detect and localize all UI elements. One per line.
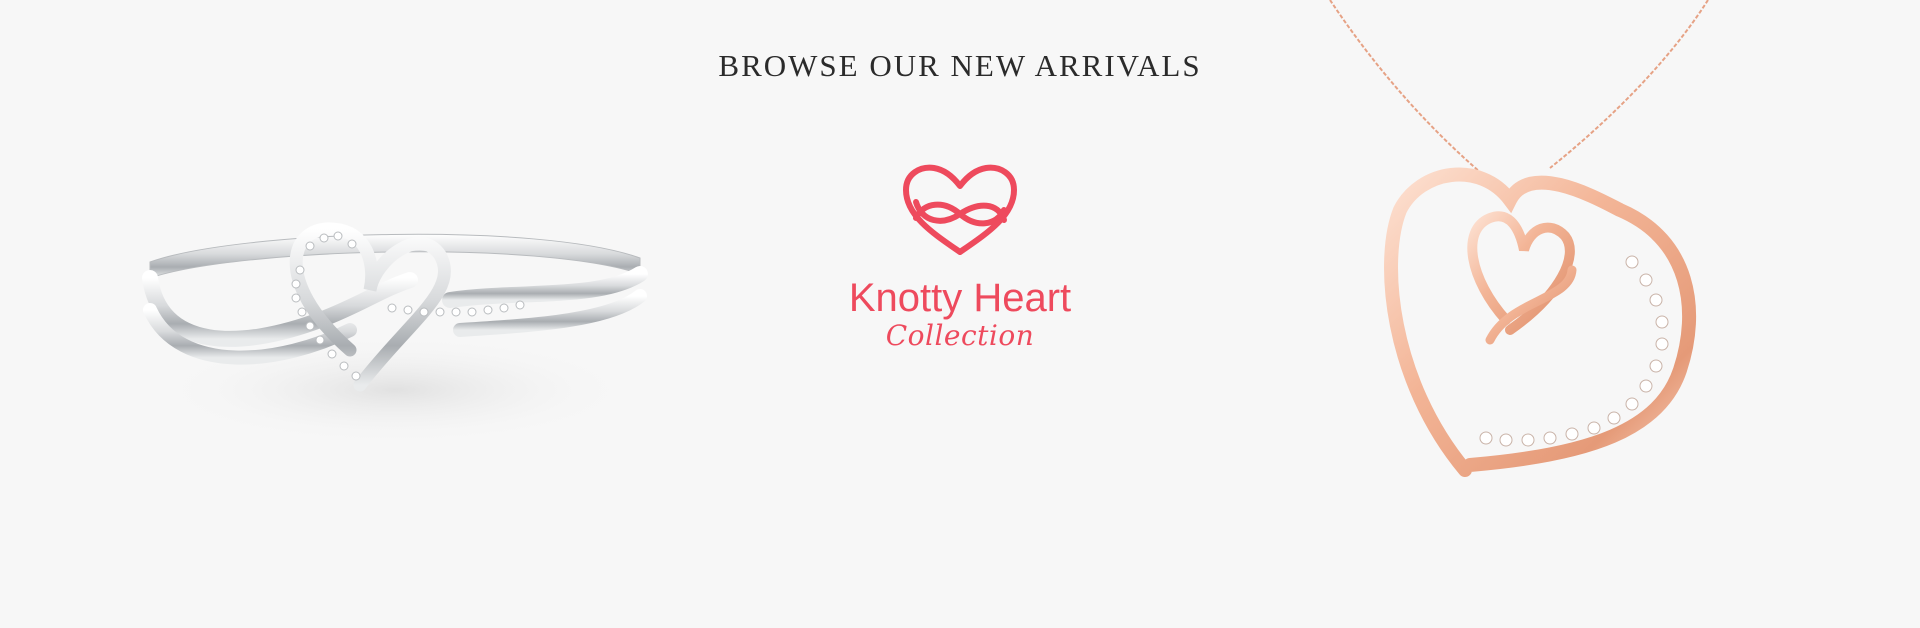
- new-arrivals-banner[interactable]: BROWSE OUR NEW ARRIVALS Knotty Heart Col…: [0, 0, 1920, 623]
- heart-ring-icon: [142, 222, 648, 445]
- infinity-heart-icon: [903, 164, 1017, 255]
- heart-ring-image[interactable]: [120, 200, 680, 460]
- knotty-heart-logo[interactable]: Knotty Heart Collection: [840, 160, 1080, 370]
- heart-pendant-image[interactable]: [1310, 0, 1750, 623]
- logo-subtitle: Collection: [885, 319, 1035, 352]
- logo-title: Knotty Heart: [848, 276, 1072, 320]
- heart-pendant-icon: [1329, 0, 1709, 477]
